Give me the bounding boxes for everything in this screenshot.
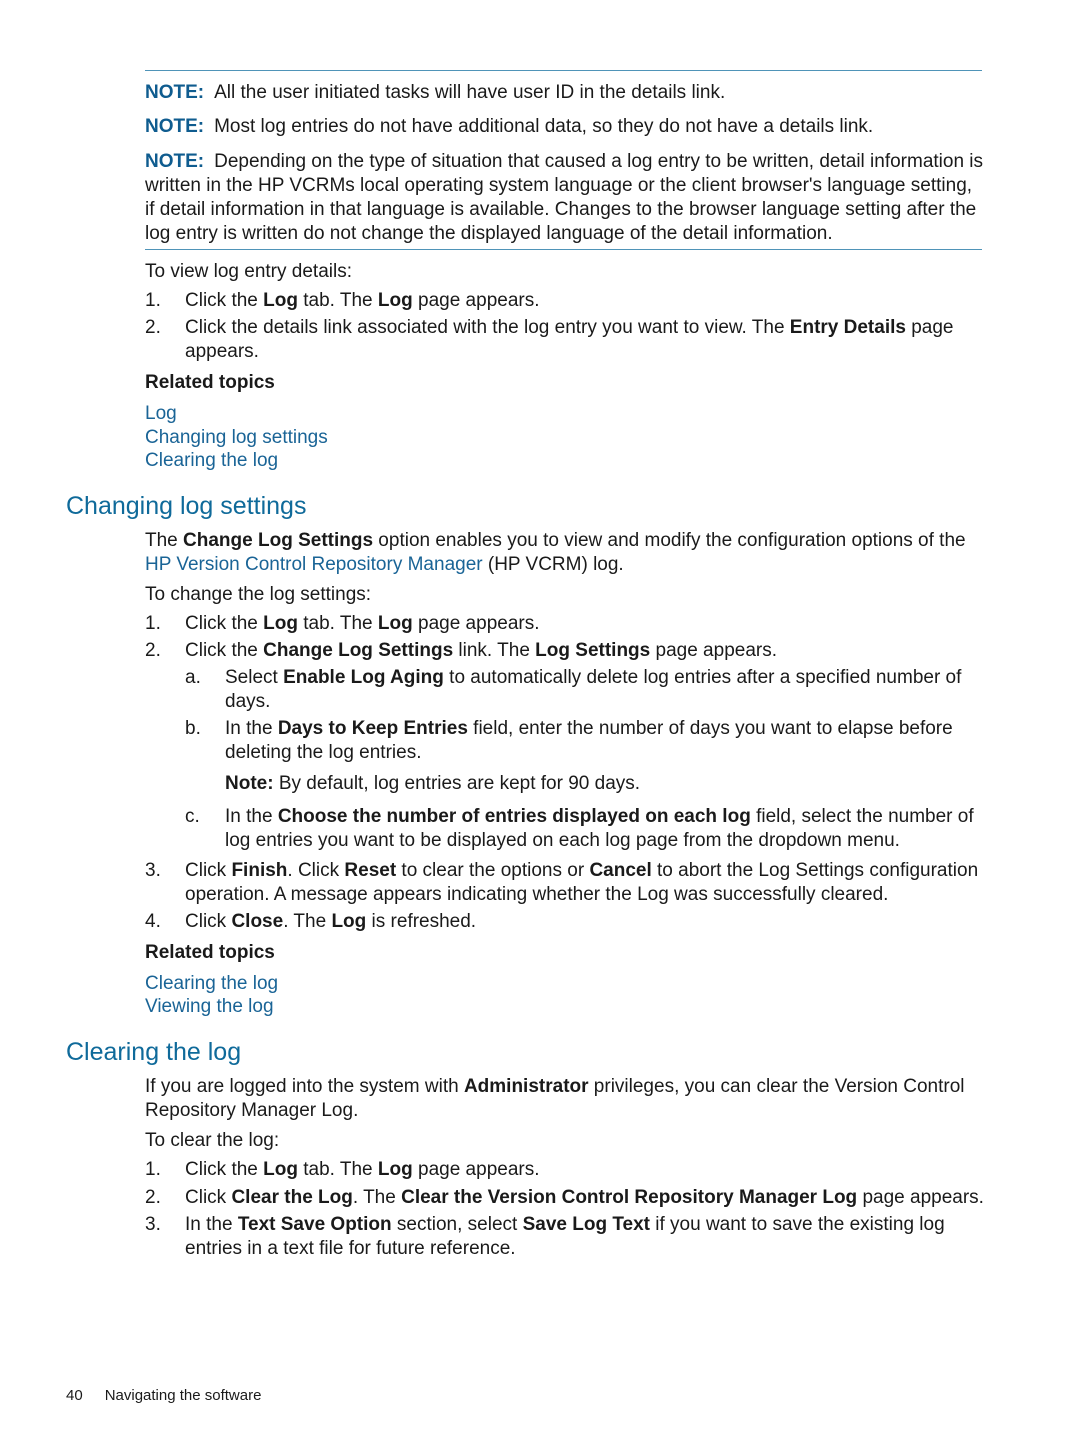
clearing-step-2: 2. Click Clear the Log. The Clear the Ve… [145,1186,985,1210]
changing-intro: The Change Log Settings option enables y… [145,530,966,575]
related-topics-label: Related topics [145,372,275,393]
page-footer: 40 Navigating the software [66,1384,261,1408]
note-text: Depending on the type of situation that … [145,151,984,244]
note-text: Most log entries do not have additional … [214,116,874,137]
note-3: NOTE: Depending on the type of situation … [145,150,985,246]
hp-vcrm-link[interactable]: HP Version Control Repository Manager [145,554,483,575]
step-number: 2. [145,640,161,661]
substep-text: In the Choose the number of entries disp… [225,806,974,851]
step-number: 1. [145,1159,161,1180]
related-link-clearing-the-log[interactable]: Clearing the log [145,449,278,473]
note-1: NOTE: All the user initiated tasks will h… [145,81,985,105]
step-number: 2. [145,317,161,338]
step-text: Click the Log tab. The Log page appears. [185,290,540,311]
step-text: Click Finish. Click Reset to clear the o… [185,860,979,905]
substep-letter: c. [185,806,200,827]
clearing-step-1: 1. Click the Log tab. The Log page appea… [145,1158,985,1182]
changing-step-3: 3. Click Finish. Click Reset to clear th… [145,859,985,907]
step-text: Click the details link associated with t… [185,317,954,362]
view-step-2: 2. Click the details link associated wit… [145,316,985,364]
step-number: 1. [145,290,161,311]
note-rule-top [145,70,982,71]
note-label: NOTE: [145,151,205,172]
substep-letter: b. [185,718,201,739]
changing-step-2: 2. Click the Change Log Settings link. T… [145,639,985,663]
substep-a: a. Select Enable Log Aging to automatica… [185,666,985,714]
note-label: NOTE: [145,82,205,103]
related-link-log[interactable]: Log [145,402,177,426]
substep-text: Select Enable Log Aging to automatically… [225,667,962,712]
related-link-changing-log-settings[interactable]: Changing log settings [145,426,328,450]
note-text: All the user initiated tasks will have u… [214,82,726,103]
clearing-step-3: 3. In the Text Save Option section, sele… [145,1213,985,1261]
page-number: 40 [66,1387,83,1404]
substep-c: c. In the Choose the number of entries d… [185,805,985,853]
step-text: Click the Change Log Settings link. The … [185,640,777,661]
step-text: Click Clear the Log. The Clear the Versi… [185,1187,984,1208]
step-number: 1. [145,613,161,634]
step-number: 3. [145,860,161,881]
note-label: Note: [225,773,274,794]
step-number: 3. [145,1214,161,1235]
related-link-clearing-the-log[interactable]: Clearing the log [145,972,278,996]
footer-section-title: Navigating the software [104,1387,262,1404]
note-label: NOTE: [145,116,205,137]
note-rule-bottom [145,249,982,250]
substep-letter: a. [185,667,201,688]
note-2: NOTE: Most log entries do not have additi… [145,115,985,139]
step-text: Click the Log tab. The Log page appears. [185,613,540,634]
step-text: Click the Log tab. The Log page appears. [185,1159,540,1180]
view-details-intro: To view log entry details: [145,261,352,282]
substep-b: b. In the Days to Keep Entries field, en… [185,717,985,765]
step-number: 2. [145,1187,161,1208]
changing-lead: To change the log settings: [145,584,372,605]
clearing-lead: To clear the log: [145,1130,280,1151]
section-heading-clearing-the-log: Clearing the log [66,1038,242,1066]
view-step-1: 1. Click the Log tab. The Log page appea… [145,289,985,313]
step-text: Click Close. The Log is refreshed. [185,911,477,932]
note-text: By default, log entries are kept for 90 … [273,773,641,794]
step-text: In the Text Save Option section, select … [185,1214,945,1259]
changing-step-1: 1. Click the Log tab. The Log page appea… [145,612,985,636]
section-heading-changing-log-settings: Changing log settings [66,492,307,520]
substep-note: Note: By default, log entries are kept f… [185,772,985,796]
related-topics-label: Related topics [145,942,275,963]
clearing-intro: If you are logged into the system with A… [145,1076,965,1121]
related-link-viewing-the-log[interactable]: Viewing the log [145,995,274,1019]
substep-text: In the Days to Keep Entries field, enter… [225,718,953,763]
step-number: 4. [145,911,161,932]
changing-step-4: 4. Click Close. The Log is refreshed. [145,910,985,934]
